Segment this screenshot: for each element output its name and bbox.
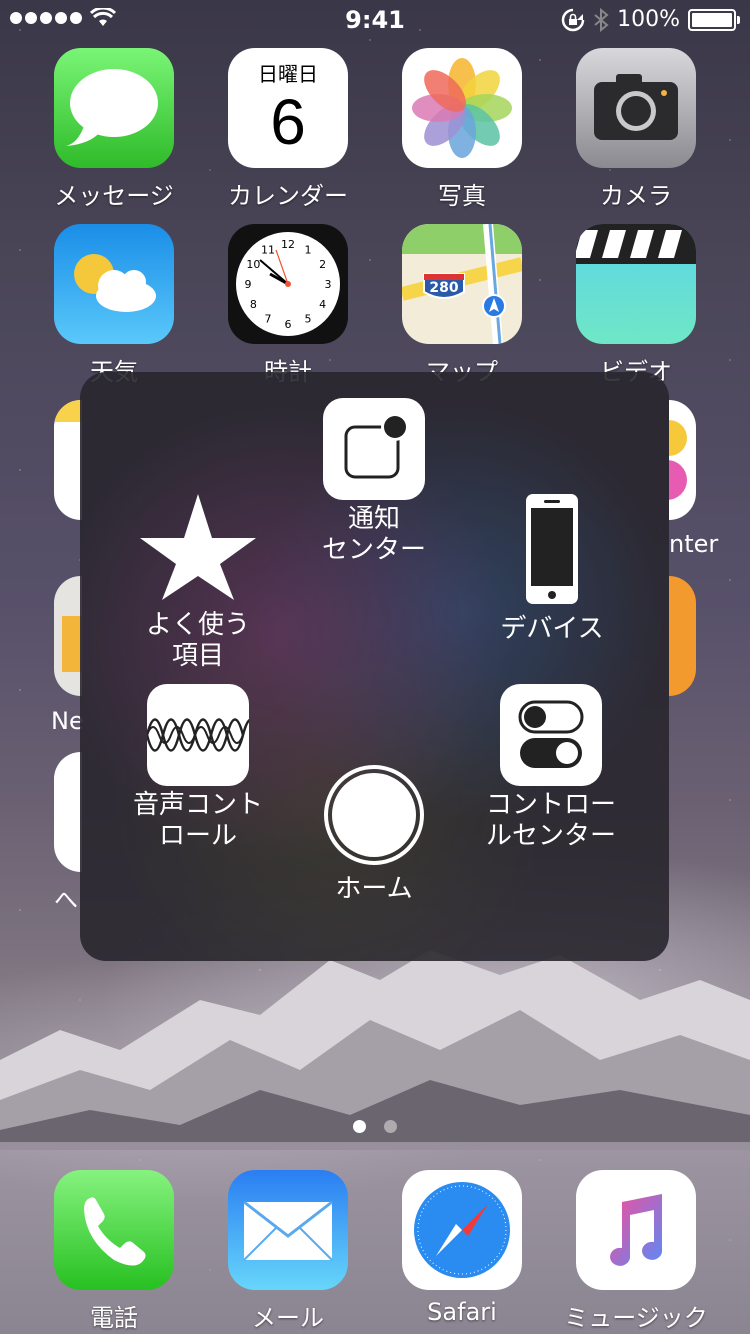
page-dot[interactable] (384, 1120, 397, 1133)
app-label: Safari (427, 1298, 497, 1326)
notification-center-label: 通知 センター (321, 504, 426, 565)
clock-numeral: 9 (245, 278, 252, 291)
app-messages[interactable]: メッセージ (27, 48, 201, 211)
mountain-wallpaper (0, 950, 750, 1150)
clock-numeral: 11 (261, 243, 275, 256)
assistive-touch-menu: 通知 センター よく使う 項目 デバイス 音声コント ロール コントロー ルセン… (80, 372, 669, 961)
app-calendar[interactable]: 日曜日 6 カレンダー (201, 48, 375, 211)
ibooks-icon[interactable] (669, 576, 696, 696)
photos-icon (402, 48, 522, 168)
iphone-device-icon (526, 494, 578, 604)
favorites-label: よく使う 項目 (145, 610, 250, 671)
app-phone[interactable]: 電話 (27, 1170, 201, 1333)
app-videos[interactable]: ビデオ (549, 224, 723, 387)
safari-icon (402, 1170, 522, 1290)
health-icon[interactable] (54, 752, 82, 872)
device-label: デバイス (500, 614, 604, 644)
clock-numeral: 1 (305, 243, 312, 256)
control-center-button[interactable]: コントロー ルセンター (461, 684, 641, 852)
home-label: ホーム (335, 874, 413, 904)
app-clock[interactable]: 111098765432112 時計 (201, 224, 375, 387)
page-dot[interactable] (353, 1120, 366, 1133)
app-label: 電話 (90, 1304, 138, 1332)
app-weather[interactable]: 天気 (27, 224, 201, 387)
highway-shield-number: 280 (429, 280, 459, 296)
app-camera[interactable]: カメラ (549, 48, 723, 211)
app-safari[interactable]: Safari (375, 1170, 549, 1326)
app-photos[interactable]: 写真 (375, 48, 549, 211)
clock-numeral: 12 (281, 238, 295, 251)
clock-numeral: 4 (319, 298, 326, 311)
app-maps[interactable]: 280 マップ (375, 224, 549, 387)
clock-numeral: 3 (325, 278, 332, 291)
home-button[interactable]: ホーム (284, 764, 464, 905)
clock-numeral: 5 (305, 313, 312, 326)
device-button[interactable]: デバイス (462, 492, 642, 645)
voice-control-button[interactable]: 音声コント ロール (108, 684, 288, 852)
app-label: 写真 (438, 182, 486, 210)
app-label: カレンダー (228, 182, 348, 210)
battery-percentage: 100% (617, 7, 680, 32)
favorites-button[interactable]: よく使う 項目 (108, 492, 288, 672)
music-icon (576, 1170, 696, 1290)
voice-control-label: 音声コント ロール (132, 790, 263, 851)
notification-center-button[interactable]: 通知 センター (284, 398, 464, 566)
newsstand-icon[interactable] (54, 576, 82, 696)
clock-numeral: 2 (319, 258, 326, 271)
waveform-icon (145, 684, 261, 786)
page-indicator[interactable] (0, 1120, 750, 1133)
notification-center-icon (323, 398, 425, 500)
app-label: ミュージック (564, 1304, 708, 1332)
rotation-lock-icon (561, 8, 585, 31)
app-mail[interactable]: メール (201, 1170, 375, 1333)
clock-icon: 11 10 9 8 7 6 5 4 3 2 1 12 (228, 224, 348, 344)
clock-numeral: 7 (265, 313, 272, 326)
calendar-icon: 日曜日 6 (228, 48, 348, 168)
control-center-label: コントロー ルセンター (485, 790, 616, 851)
toggle-switches-icon (500, 684, 602, 786)
weather-icon (54, 224, 174, 344)
videos-icon (576, 224, 696, 344)
phone-icon (54, 1170, 174, 1290)
partial-app-label: Ne (51, 707, 84, 735)
clock-numeral: 8 (250, 298, 257, 311)
clock-numeral: 6 (285, 318, 292, 331)
bluetooth-icon (594, 7, 609, 32)
messages-icon (54, 48, 174, 168)
maps-icon: 280 (402, 224, 522, 344)
calendar-weekday: 日曜日 (258, 62, 318, 86)
mail-icon (228, 1170, 348, 1290)
app-music[interactable]: ミュージック (549, 1170, 723, 1333)
game-center-icon[interactable] (669, 400, 696, 520)
camera-icon (576, 48, 696, 168)
calendar-day: 6 (270, 86, 306, 158)
app-label: メッセージ (54, 182, 174, 210)
battery-icon (688, 8, 740, 31)
app-label: メール (252, 1304, 324, 1332)
status-bar: 9:41 100% (0, 0, 750, 40)
partial-app-label: へ (54, 886, 78, 914)
app-label: カメラ (600, 182, 672, 210)
clock-numeral: 10 (246, 258, 260, 271)
notes-icon[interactable] (54, 400, 82, 520)
star-icon (140, 494, 256, 600)
home-button-icon (324, 765, 424, 865)
partial-app-label: nter (669, 530, 719, 558)
